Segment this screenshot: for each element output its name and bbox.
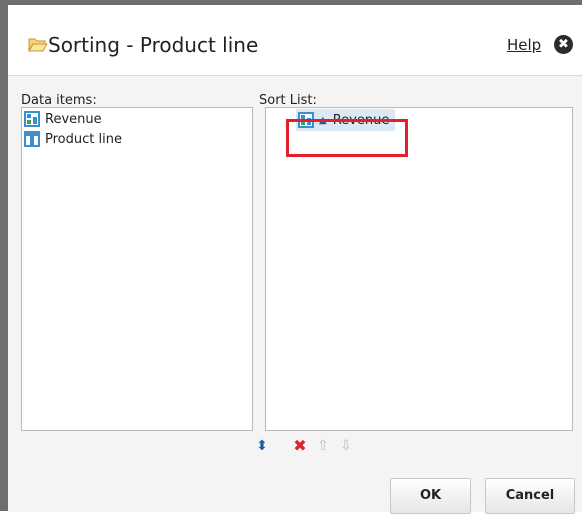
window-frame-left	[0, 0, 8, 511]
sort-item-revenue[interactable]: ▲ Revenue	[296, 109, 396, 131]
help-link[interactable]: Help	[507, 36, 541, 54]
sort-item-label: Revenue	[332, 112, 390, 128]
toggle-sort-order-icon[interactable]: ⬍	[254, 438, 270, 454]
data-items-list[interactable]: Revenue Product line	[21, 107, 253, 431]
measure-icon	[24, 111, 40, 127]
ok-button[interactable]: OK	[390, 478, 471, 514]
sort-list[interactable]: ▲ Revenue	[265, 107, 573, 431]
sorting-dialog: Sorting - Product line Help ✖ Data items…	[8, 5, 582, 514]
data-item-label: Product line	[45, 131, 122, 147]
folder-open-icon	[28, 36, 48, 52]
sort-list-label: Sort List:	[259, 93, 317, 108]
measure-icon	[298, 112, 314, 128]
data-item-revenue[interactable]: Revenue	[24, 110, 102, 128]
data-item-label: Revenue	[45, 111, 102, 127]
cancel-button[interactable]: Cancel	[485, 478, 575, 514]
dialog-title-bar: Sorting - Product line Help ✖	[8, 5, 582, 75]
move-up-icon[interactable]: ⇧	[315, 438, 331, 454]
delete-icon[interactable]: ✖	[292, 438, 308, 454]
data-item-icon	[24, 131, 40, 147]
data-items-label: Data items:	[21, 93, 97, 108]
data-item-product-line[interactable]: Product line	[24, 130, 122, 148]
move-down-icon[interactable]: ⇩	[338, 438, 354, 454]
close-icon[interactable]: ✖	[554, 35, 573, 54]
dialog-title: Sorting - Product line	[48, 33, 259, 57]
dialog-body: Data items: Revenue Product line Sort Li…	[8, 75, 582, 514]
sort-ascending-icon[interactable]: ▲	[319, 115, 327, 126]
